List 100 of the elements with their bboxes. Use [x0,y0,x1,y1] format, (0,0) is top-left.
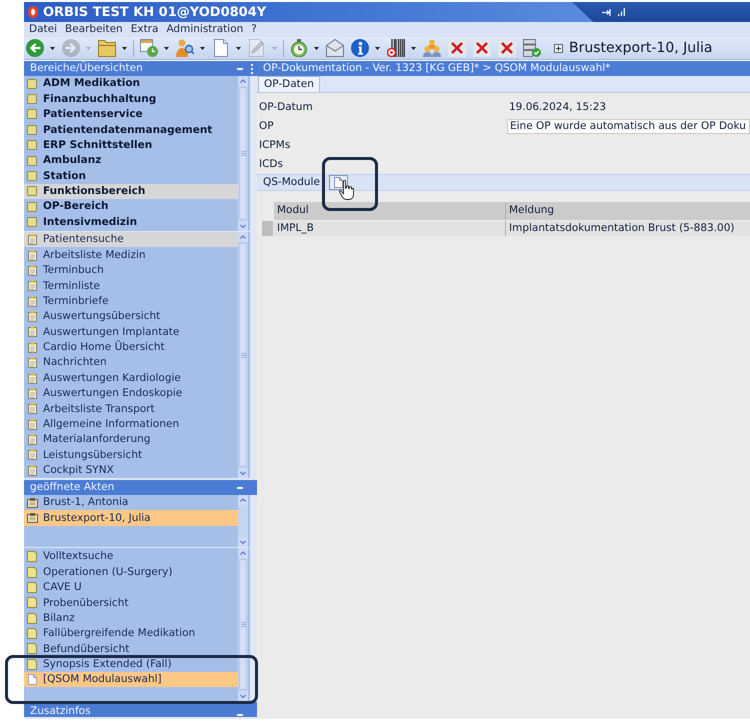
panel-header: OP-Dokumentation - Ver. 1323 [KG GEB]* > QSOM Modulauswahl* [257,61,750,76]
menu-item[interactable]: Bearbeiten [61,24,127,35]
sidebar-item[interactable]: Allgemeine Informationen [24,418,238,430]
people-group-icon[interactable] [423,39,441,57]
sidebar-item[interactable]: Fallübergreifende Medikation [24,628,238,640]
person-search-icon[interactable] [176,39,194,57]
scroll-down-button[interactable] [238,221,248,231]
sidebar-item[interactable]: Intensivmedizin [24,216,238,228]
square-icon [27,78,37,89]
sidebar-item[interactable]: Arbeitsliste Transport [24,403,238,414]
note-icon [27,612,37,624]
sidebar-item[interactable]: Operationen (U-Surgery) [24,566,238,578]
calendar-clock-icon[interactable] [140,39,158,57]
barcode-icon[interactable] [387,39,405,57]
signal-bars-icon[interactable] [618,8,625,16]
info-icon[interactable] [351,39,369,57]
cross-icon[interactable] [473,39,491,57]
text-field[interactable]: Eine OP wurde automatisch aus der OP Doku [507,119,750,134]
folder-icon[interactable] [98,39,116,57]
sidebar-item[interactable]: Volltextsuche [24,551,238,562]
scroll-up-button[interactable] [238,495,248,505]
clipboard-icon [28,388,36,399]
scroll-down-button[interactable] [238,537,248,547]
app-logo-icon [28,6,38,18]
dropdown-arrow-icon[interactable] [236,46,241,50]
document-icon[interactable] [212,39,230,57]
clipboard-icon [28,326,36,338]
minimize-icon[interactable] [237,68,243,70]
sidebar-item[interactable]: Finanzbuchhaltung [24,94,238,105]
sidebar-item[interactable]: ADM Medikation [24,78,238,90]
cross-icon[interactable] [448,39,466,57]
server-check-icon[interactable] [523,39,541,57]
square-icon [27,124,37,135]
column-header: Meldung [506,202,750,220]
note-icon [27,597,37,608]
sidebar-item[interactable]: Auswertungsübersicht [24,311,238,322]
table-cell: Implantatsdokumentation Brust (5-883.00) [506,221,750,236]
dropdown-arrow-icon[interactable] [164,46,169,50]
section-title: geöffnete Akten [30,482,114,493]
scroll-down-button[interactable] [238,468,248,478]
dropdown-arrow-icon[interactable] [50,46,55,50]
scroll-up-button[interactable] [238,76,248,86]
sidebar-item[interactable]: Arbeitsliste Medizin [24,250,238,261]
sidebar-item[interactable]: Cardio Home Übersicht [24,342,238,353]
sidebar-item[interactable]: Nachrichten [24,357,238,368]
dropdown-arrow-icon[interactable] [411,46,416,50]
sidebar-item[interactable]: Terminbriefe [24,296,238,307]
page-icon [334,177,343,188]
menu-item[interactable]: ? [247,24,261,35]
sidebar-item[interactable]: Bilanz [24,612,238,624]
sidebar-item[interactable]: Befundübersicht [24,643,238,654]
sidebar-item[interactable]: Brustexport-10, Julia [24,510,238,526]
sidebar-item[interactable]: Materialanforderung [24,434,238,446]
sidebar-item[interactable]: [QSOM Modulauswahl] [24,672,238,688]
note-icon [27,566,37,578]
clipboard-icon [28,311,36,322]
scroll-up-button[interactable] [238,232,248,242]
window-title: ORBIS TEST KH 01@YOD0804Y [43,6,266,18]
square-icon [27,140,37,150]
dropdown-arrow-icon[interactable] [375,46,380,50]
sidebar-item[interactable]: Cockpit SYNX [24,464,238,476]
sidebar-item[interactable]: Leistungsübersicht [24,449,238,460]
page-icon [28,674,36,686]
sidebar-item[interactable]: Auswertungen Endoskopie [24,388,238,399]
square-icon [27,202,37,212]
dropdown-arrow-icon[interactable] [314,46,319,50]
dropdown-arrow-icon[interactable] [200,46,205,50]
sidebar-item[interactable]: Station [24,170,238,182]
sidebar-item[interactable]: Funktionsbereich [24,184,238,200]
sidebar-item[interactable]: Auswertungen Implantate [24,326,238,338]
sidebar-item[interactable]: Synopsis Extended (Fall) [24,658,238,670]
menu-item[interactable]: Datei [25,24,62,35]
minimize-icon[interactable] [237,486,243,488]
sidebar-item[interactable]: Ambulanz [24,155,238,166]
sidebar-item[interactable]: OP-Bereich [24,201,238,212]
menu-item[interactable]: Extra [126,24,162,35]
field-label: ICPMs [259,138,290,151]
cross-icon[interactable] [498,39,516,57]
sidebar-item[interactable]: Brust-1, Antonia [24,497,238,508]
clipboard-icon [28,234,36,246]
envelope-icon[interactable] [326,39,344,57]
sidebar-item[interactable]: Auswertungen Kardiologie [24,372,238,384]
stopwatch-icon[interactable] [290,39,308,57]
sidebar-item[interactable]: CAVE U [24,582,238,593]
pin-icon[interactable] [602,8,612,16]
sidebar-item[interactable]: Patientensuche [24,232,238,248]
dropdown-arrow-icon[interactable] [122,46,127,50]
scroll-down-button[interactable] [238,691,248,701]
scroll-up-button[interactable] [238,548,248,558]
sidebar-item[interactable]: ERP Schnittstellen [24,140,238,151]
menu-item[interactable]: Administration [162,24,248,35]
sidebar-item[interactable]: Patientenservice [24,108,238,120]
sidebar-item[interactable]: Patientendatenmanagement [24,124,238,136]
tab[interactable]: OP-Daten [258,76,320,92]
expand-box-icon[interactable] [554,44,563,52]
field-value: 19.06.2024, 15:23 [509,100,606,115]
sidebar-item[interactable]: Terminbuch [24,264,238,276]
note-icon [27,658,37,670]
sidebar-item[interactable]: Terminliste [24,280,238,292]
sidebar-item[interactable]: Probenübersicht [24,597,238,608]
